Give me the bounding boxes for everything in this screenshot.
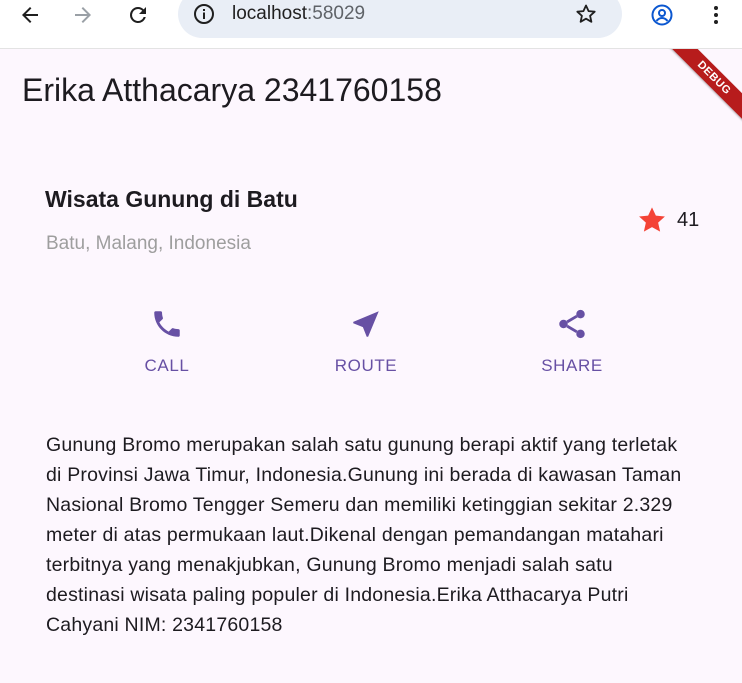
more-vert-icon — [714, 6, 718, 24]
share-icon — [554, 306, 590, 342]
share-label: SHARE — [541, 356, 603, 375]
phone-icon — [149, 306, 185, 342]
app-bar-title: Erika Atthacarya 2341760158 — [22, 72, 442, 108]
share-button[interactable]: SHARE — [512, 306, 632, 376]
address-bar[interactable]: localhost:58029 — [178, 0, 622, 38]
forward-button[interactable] — [67, 0, 99, 30]
account-icon — [651, 4, 673, 26]
url-port: :58029 — [307, 3, 366, 24]
site-info-icon[interactable] — [192, 0, 216, 28]
debug-banner: DEBUG — [662, 49, 742, 129]
reload-button[interactable] — [122, 0, 154, 30]
profile-button[interactable] — [646, 0, 678, 30]
forward-arrow-icon — [75, 7, 91, 23]
description-text: Gunung Bromo merupakan salah satu gunung… — [46, 434, 682, 636]
browser-toolbar: localhost:58029 — [0, 0, 742, 49]
url-text[interactable]: localhost:58029 — [232, 3, 365, 25]
debug-banner-label: DEBUG — [665, 49, 742, 127]
place-location: Batu, Malang, Indonesia — [46, 233, 251, 254]
call-label: CALL — [144, 356, 190, 375]
star-icon — [639, 207, 665, 232]
back-button[interactable] — [14, 0, 46, 30]
route-button[interactable]: ROUTE — [306, 306, 426, 376]
rating-count: 41 — [677, 209, 700, 231]
place-title: Wisata Gunung di Batu — [45, 186, 298, 212]
bookmark-star-icon[interactable] — [572, 0, 600, 28]
navigation-arrow-icon — [348, 306, 384, 342]
browser-menu-button[interactable] — [700, 0, 732, 30]
reload-icon — [130, 6, 146, 23]
back-arrow-icon — [22, 7, 38, 23]
call-button[interactable]: CALL — [107, 306, 227, 376]
url-host: localhost — [232, 3, 307, 24]
route-label: ROUTE — [334, 356, 398, 375]
